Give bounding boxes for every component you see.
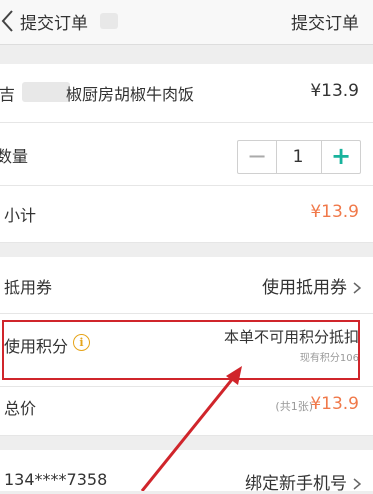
red-arrow-icon [140, 366, 242, 491]
